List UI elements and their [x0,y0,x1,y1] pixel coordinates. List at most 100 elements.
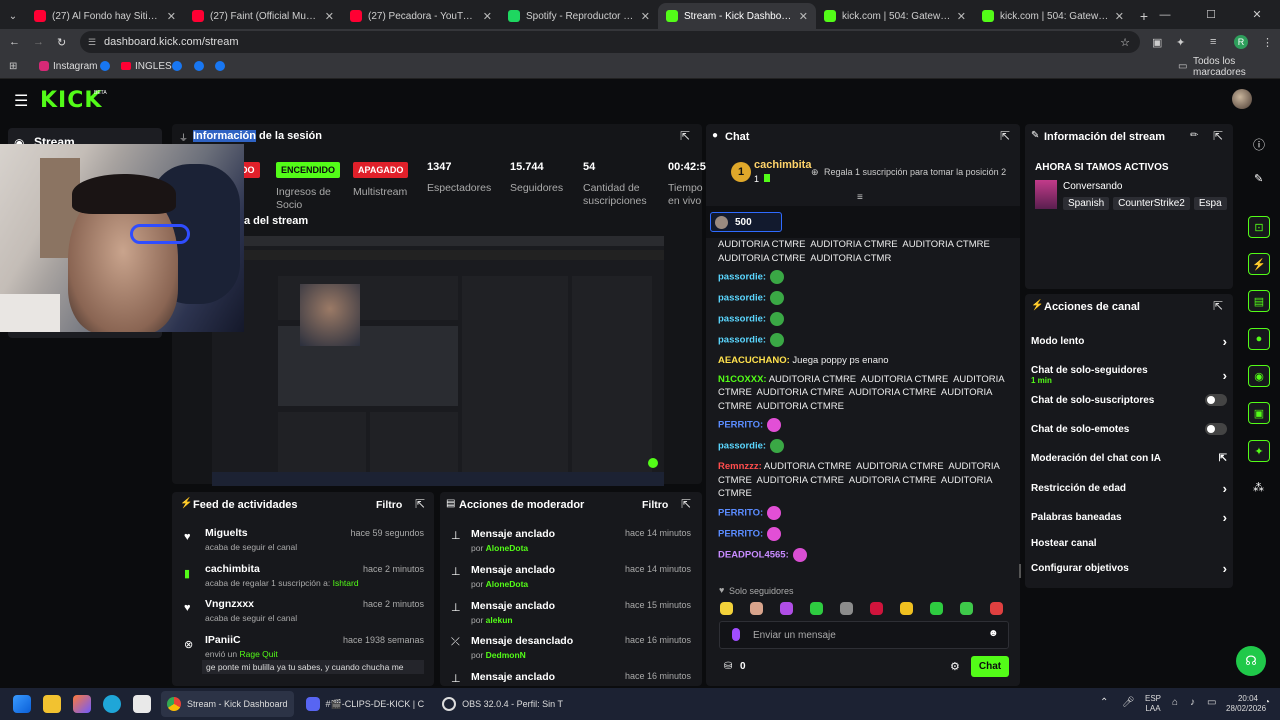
chat-username[interactable]: N1COXXX: [718,374,767,385]
facebook-icon[interactable] [194,61,204,71]
battery-icon[interactable]: ▭ [1207,697,1216,708]
minimize-icon[interactable]: — [1142,9,1188,21]
emote-picker-icon[interactable] [960,602,973,615]
bookmark-instagram[interactable]: Instagram [53,61,97,72]
bookmark-star-icon[interactable]: ☆ [1120,36,1130,49]
tab-close-icon[interactable]: ✕ [641,10,650,23]
maximize-icon[interactable]: ☐ [1188,8,1234,21]
facebook-icon[interactable] [100,61,110,71]
tab-search-button[interactable]: ⌄ [0,3,26,29]
chat-username[interactable]: PERRITO: [718,528,763,539]
emote-picker-icon[interactable] [720,602,733,615]
volume-icon[interactable]: ♪ [1190,697,1195,708]
tab-close-icon[interactable]: ✕ [957,10,966,23]
emote-picker-icon[interactable] [840,602,853,615]
chat-scrollbar[interactable] [1019,564,1021,578]
chat-message[interactable]: passordie: [718,438,1008,454]
channel-action-item[interactable]: Configurar objetivos › [1031,561,1227,576]
collapse-icon[interactable]: ≡ [857,192,863,203]
browser-tab[interactable]: (27) Pecadora - YouTube ✕ [342,3,500,29]
apps-icon[interactable]: ⁂ [1253,481,1264,494]
pencil-icon[interactable]: ✎ [1254,172,1263,185]
expand-icon[interactable]: ⇱ [681,497,691,511]
expand-icon[interactable]: ⇱ [1000,129,1010,143]
tray-chevron-icon[interactable]: ⌃ [1100,697,1108,708]
chat-message[interactable]: Remnzzz: AUDITORIA CTMRE AUDITORIA CTMRE… [718,459,1008,501]
chat-message[interactable]: PERRITO: [718,526,1008,541]
browser-tab[interactable]: Stream - Kick Dashboard ✕ [658,3,816,29]
edge-icon[interactable] [103,695,121,713]
emote-picker-icon[interactable] [990,602,1003,615]
feed-user[interactable]: cachimbita [205,563,260,575]
chat-input[interactable]: Enviar un mensaje ☻ [719,621,1009,649]
mod-by-user[interactable]: AloneDota [486,579,529,589]
channel-action-item[interactable]: Chat de solo-seguidores 1 min › [1031,364,1227,386]
tab-close-icon[interactable]: ✕ [1115,10,1124,23]
edit-icon[interactable]: ✏ [1190,130,1198,141]
gift-prompt[interactable]: Regala 1 suscripción para tomar la posic… [824,167,1006,177]
channel-action-item[interactable]: Restricción de edad › [1031,481,1227,496]
back-icon[interactable]: ← [9,36,20,48]
media-icon[interactable]: ≡ [1210,36,1216,48]
chat-username[interactable]: passordie: [718,272,766,283]
mod-by-user[interactable]: DedmonN [486,650,526,660]
chat-message[interactable]: passordie: [718,332,1008,348]
emote-picker-icon[interactable] [900,602,913,615]
emote-picker-icon[interactable] [870,602,883,615]
emote-picker-icon[interactable] [930,602,943,615]
feed-desc-extra[interactable]: Ishtard [333,578,359,588]
expand-icon[interactable]: ⇱ [1213,129,1223,143]
chat-username[interactable]: Remnzzz: [718,461,762,472]
mic-icon[interactable] [732,628,740,641]
expand-icon[interactable]: ⇱ [415,497,425,511]
chat-message[interactable]: AUDITORIA CTMRE AUDITORIA CTMRE AUDITORI… [718,238,1008,265]
reload-icon[interactable]: ↻ [57,36,66,49]
emoji-icon[interactable]: ☻ [988,628,999,639]
chat-message[interactable]: passordie: [718,290,1008,306]
info-icon[interactable]: ⓘ [1253,136,1265,153]
channel-action-item[interactable]: Hostear canal [1031,536,1227,550]
file-explorer-icon[interactable] [43,695,61,713]
mic-tray-icon[interactable]: 🎤︎ [1122,697,1135,708]
taskbar-obs[interactable]: OBS 32.0.4 - Perfil: Sin T [436,691,569,717]
chat-username[interactable]: DEADPOL4565: [718,549,789,560]
chat-username[interactable]: AEACUCHANO: [718,355,790,366]
expand-icon[interactable]: ⇱ [680,129,690,143]
apps-grid-icon[interactable]: ⊞ [9,61,17,72]
stream-preview[interactable] [212,236,664,486]
category-name[interactable]: Conversando [1063,181,1122,192]
lang-indicator[interactable]: ESP LAA [1145,694,1161,714]
chat-message[interactable]: PERRITO: [718,505,1008,520]
chat-message[interactable]: passordie: [718,311,1008,327]
feed-desc-extra[interactable]: Rage Quit [240,649,278,659]
notification-icon[interactable]: ◔ [1264,697,1270,708]
stream-tag[interactable]: Spanish [1063,197,1110,210]
chat-message[interactable]: DEADPOL4565: [718,547,1008,562]
emote-picker-icon[interactable] [810,602,823,615]
rail-button-broadcast[interactable]: ◉ [1248,365,1270,387]
top-gifter-name[interactable]: cachimbita [754,159,811,171]
feed-user[interactable]: Vngnzxxx [205,598,254,610]
moderator-filter-button[interactable]: Filtro [642,499,668,511]
tab-close-icon[interactable]: ✕ [483,10,492,23]
chat-username[interactable]: passordie: [718,314,766,325]
profile-avatar[interactable]: R [1234,35,1248,49]
browser-tab[interactable]: kick.com | 504: Gateway time-o ✕ [816,3,974,29]
emote-picker-icon[interactable] [750,602,763,615]
chat-message[interactable]: passordie: [718,269,1008,284]
support-button[interactable]: ☊ [1236,646,1266,676]
points-pill[interactable]: 500 [710,212,782,232]
windows-start-icon[interactable] [13,695,31,713]
puzzle-icon[interactable]: ✦ [1176,36,1185,49]
toggle-switch[interactable] [1205,423,1227,435]
taskbar-discord[interactable]: #🎬-CLIPS-DE-KICK | C [300,691,431,717]
encendido-badge[interactable]: ENCENDIDO [276,162,341,178]
feed-user[interactable]: Miguelts [205,527,248,539]
all-bookmarks[interactable]: Todos los marcadores [1193,56,1280,78]
rail-button-moderation[interactable]: ▣ [1248,402,1270,424]
tab-close-icon[interactable]: ✕ [167,10,176,23]
channel-action-item[interactable]: Moderación del chat con IA ⇱ [1031,451,1227,465]
clock[interactable]: 20:04 28/02/2026 [1226,694,1266,714]
mod-by-user[interactable]: AloneDota [486,543,529,553]
mod-by-user[interactable]: alekun [486,615,513,625]
